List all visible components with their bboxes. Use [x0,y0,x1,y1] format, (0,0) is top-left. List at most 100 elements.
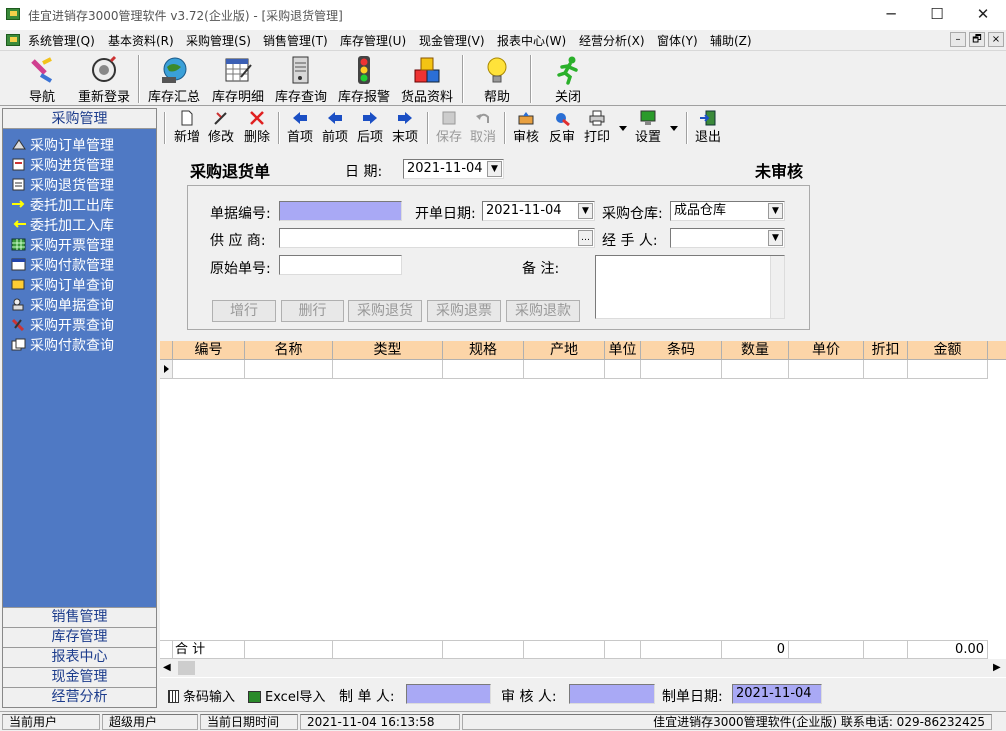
orig-no-label: 原始单号: [210,261,271,277]
warehouse-select[interactable]: 成品仓库 ▼ [670,201,785,221]
horizontal-scrollbar[interactable]: ◀ ▶ [160,659,1006,677]
stock-summary-button[interactable]: 库存汇总 [145,53,203,105]
sidebar-section-cash[interactable]: 现金管理 [3,667,156,687]
help-button[interactable]: 帮助 [479,53,515,105]
last-record-button[interactable]: 末项 [389,110,421,146]
remark-textarea[interactable] [595,255,785,319]
column-header[interactable]: 产地 [524,341,605,360]
menu-reports[interactable]: 报表中心(W) [497,32,566,49]
maker-field[interactable] [406,684,491,704]
column-header[interactable]: 编号 [173,341,245,360]
menu-window[interactable]: 窗体(Y) [657,32,698,49]
menu-inventory[interactable]: 库存管理(U) [340,32,406,49]
settings-button[interactable]: 设置 [632,110,664,146]
chevron-down-icon[interactable]: ▼ [768,203,783,219]
sidebar-section-sales[interactable]: 销售管理 [3,607,156,627]
sidebar-item-purchase-payment[interactable]: 采购付款管理 [11,257,114,277]
mdi-minimize-button[interactable]: – [950,32,966,47]
stock-detail-button[interactable]: 库存明细 [208,53,268,105]
settings-dropdown-icon[interactable] [670,126,678,131]
maximize-button[interactable]: ☐ [914,0,960,30]
unaudit-button[interactable]: 反审 [546,110,578,146]
purchase-refund-button[interactable]: 采购退款 [506,300,580,322]
orig-no-field[interactable] [279,255,402,275]
make-date-field[interactable]: 2021-11-04 [732,684,822,704]
minimize-button[interactable]: ─ [868,0,914,30]
column-header[interactable]: 金额 [908,341,988,360]
cancel-button[interactable]: 取消 [467,110,499,146]
column-header[interactable]: 单位 [605,341,641,360]
scroll-right-icon[interactable]: ▶ [993,662,1001,673]
sidebar-item-document-query[interactable]: 采购单据查询 [11,297,114,317]
barcode-input-button[interactable]: 条码输入 [168,686,235,705]
first-record-button[interactable]: 首项 [284,110,316,146]
save-button[interactable]: 保存 [433,110,465,146]
column-header[interactable]: 条码 [641,341,722,360]
stock-query-button[interactable]: 库存查询 [272,53,330,105]
column-header[interactable]: 数量 [722,341,789,360]
navigate-button[interactable]: 导航 [22,53,62,105]
sidebar-section-reports[interactable]: 报表中心 [3,647,156,667]
delete-row-button[interactable]: 删行 [281,300,344,322]
new-button[interactable]: 新增 [172,110,202,146]
close-button[interactable]: 关闭 [550,53,586,105]
handler-select[interactable]: ▼ [670,228,785,248]
sidebar-item-outsource-in[interactable]: 委托加工入库 [11,217,114,237]
edit-button[interactable]: 修改 [206,110,236,146]
sidebar-item-invoice-query[interactable]: 采购开票查询 [11,317,114,337]
print-dropdown-icon[interactable] [619,126,627,131]
purchase-refund-invoice-button[interactable]: 采购退票 [427,300,501,322]
sidebar-item-outsource-out[interactable]: 委托加工出库 [11,197,114,217]
item-grid[interactable]: 编号 名称 类型 规格 产地 单位 条码 数量 单价 折扣 金额 合 计 0 0… [160,341,1006,678]
sidebar-item-purchase-order[interactable]: 采购订单管理 [11,137,114,157]
chevron-down-icon[interactable]: ▼ [768,230,783,246]
chevron-down-icon[interactable]: ▼ [578,203,593,219]
scroll-left-icon[interactable]: ◀ [163,662,171,673]
sidebar-item-purchase-return[interactable]: 采购退货管理 [11,177,114,197]
print-button[interactable]: 打印 [581,110,613,146]
save-disk-icon [440,110,458,126]
open-date-picker[interactable]: 2021-11-04 ▼ [482,201,595,221]
next-record-button[interactable]: 后项 [354,110,386,146]
sidebar-item-purchase-invoice[interactable]: 采购开票管理 [11,237,114,257]
menu-help[interactable]: 辅助(Z) [710,32,752,49]
ellipsis-button[interactable]: … [578,230,593,246]
add-row-button[interactable]: 增行 [212,300,276,322]
excel-import-button[interactable]: Excel导入 [248,686,325,705]
menu-basic-data[interactable]: 基本资料(R) [108,32,174,49]
sidebar-item-order-query[interactable]: 采购订单查询 [11,277,114,297]
menu-analysis[interactable]: 经营分析(X) [579,32,645,49]
close-window-button[interactable]: ✕ [960,0,1006,30]
audit-button[interactable]: 审核 [510,110,542,146]
sidebar-header-purchase[interactable]: 采购管理 [3,109,156,129]
menu-cash[interactable]: 现金管理(V) [419,32,485,49]
relogin-button[interactable]: 重新登录 [74,53,134,105]
mdi-close-button[interactable]: × [988,32,1004,47]
sidebar-item-purchase-receipt[interactable]: 采购进货管理 [11,157,114,177]
delete-button[interactable]: 删除 [242,110,272,146]
auditor-field[interactable] [569,684,655,704]
mdi-restore-button[interactable]: 🗗 [969,32,985,47]
supplier-field[interactable]: … [279,228,595,248]
goods-data-button[interactable]: 货品资料 [398,53,456,105]
sidebar-section-inventory[interactable]: 库存管理 [3,627,156,647]
column-header[interactable]: 规格 [443,341,524,360]
menu-sales[interactable]: 销售管理(T) [263,32,328,49]
sidebar-section-analysis[interactable]: 经营分析 [3,687,156,707]
stock-alarm-button[interactable]: 库存报警 [334,53,394,105]
chevron-down-icon[interactable]: ▼ [487,161,502,177]
exit-button[interactable]: 退出 [692,110,724,146]
column-header[interactable]: 折扣 [864,341,908,360]
column-header[interactable]: 名称 [245,341,333,360]
column-header[interactable]: 类型 [333,341,443,360]
doc-no-field[interactable] [279,201,402,221]
scroll-thumb[interactable] [178,661,195,675]
purchase-return-button[interactable]: 采购退货 [348,300,422,322]
sidebar-item-payment-query[interactable]: 采购付款查询 [11,337,114,357]
menu-purchase[interactable]: 采购管理(S) [186,32,251,49]
date-picker[interactable]: 2021-11-04 ▼ [403,159,504,179]
column-header[interactable]: 单价 [789,341,864,360]
prev-record-button[interactable]: 前项 [319,110,351,146]
remark-scrollbar[interactable] [770,256,784,318]
menu-system[interactable]: 系统管理(Q) [28,32,95,49]
